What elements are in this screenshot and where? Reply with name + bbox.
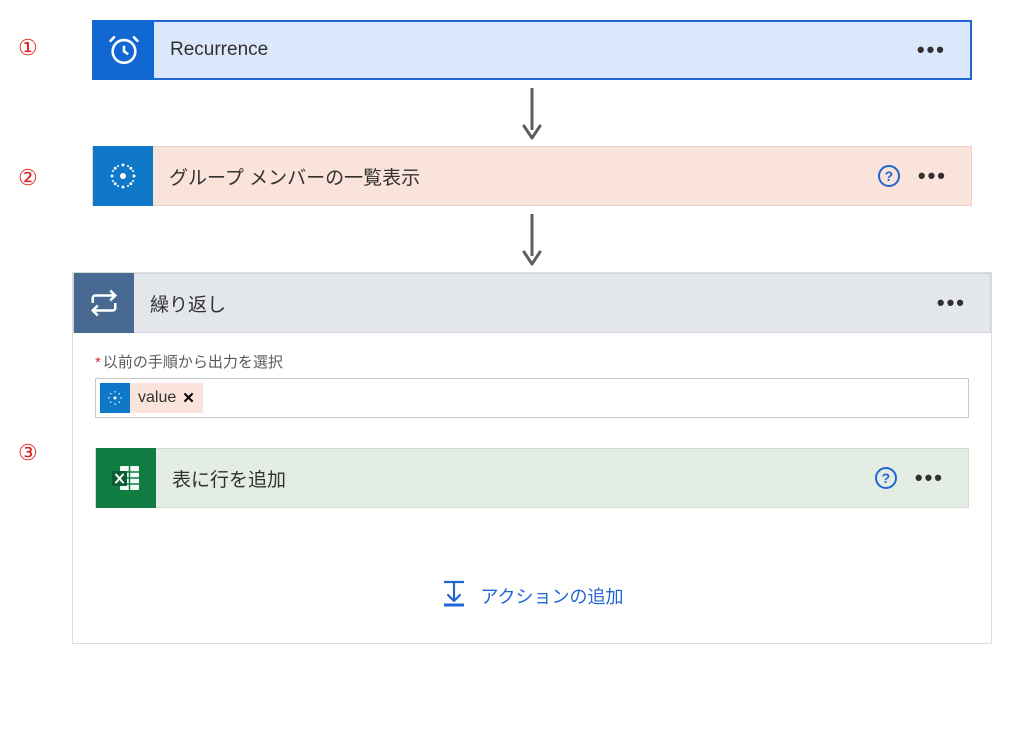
add-action-icon — [440, 578, 468, 613]
arrow-2 — [520, 212, 544, 266]
azure-ad-icon — [93, 146, 153, 206]
add-row-more-icon[interactable]: ••• — [915, 465, 944, 491]
list-members-help-icon[interactable]: ? — [878, 165, 900, 187]
recurrence-card[interactable]: Recurrence ••• — [92, 20, 972, 80]
loop-more-icon[interactable]: ••• — [937, 290, 966, 316]
list-members-card[interactable]: グループ メンバーの一覧表示 ? ••• — [92, 146, 972, 206]
list-members-more-icon[interactable]: ••• — [918, 163, 947, 189]
annotation-3: ③ — [18, 440, 38, 466]
add-action-button[interactable]: アクションの追加 — [73, 578, 991, 613]
list-members-title: グループ メンバーの一覧表示 — [153, 163, 878, 190]
token-azure-icon — [100, 383, 130, 413]
add-row-title: 表に行を追加 — [156, 465, 875, 492]
loop-input-field[interactable]: value ✕ — [95, 378, 969, 418]
loop-input-label: *以前の手順から出力を選択 — [95, 351, 969, 372]
annotation-1: ① — [18, 35, 38, 61]
loop-title: 繰り返し — [134, 290, 937, 317]
token-text: value — [138, 389, 176, 407]
loop-card: 繰り返し ••• *以前の手順から出力を選択 — [72, 272, 992, 644]
add-row-help-icon[interactable]: ? — [875, 467, 897, 489]
recurrence-more-icon[interactable]: ••• — [917, 37, 946, 63]
token-remove-icon[interactable]: ✕ — [182, 389, 195, 407]
annotation-2: ② — [18, 165, 38, 191]
recurrence-icon — [94, 20, 154, 80]
add-action-label: アクションの追加 — [480, 583, 623, 609]
value-token[interactable]: value ✕ — [100, 383, 203, 413]
arrow-1 — [520, 86, 544, 140]
excel-icon — [96, 448, 156, 508]
loop-header[interactable]: 繰り返し ••• — [73, 273, 991, 333]
add-row-card[interactable]: 表に行を追加 ? ••• — [95, 448, 969, 508]
loop-icon — [74, 273, 134, 333]
recurrence-title: Recurrence — [154, 39, 917, 61]
